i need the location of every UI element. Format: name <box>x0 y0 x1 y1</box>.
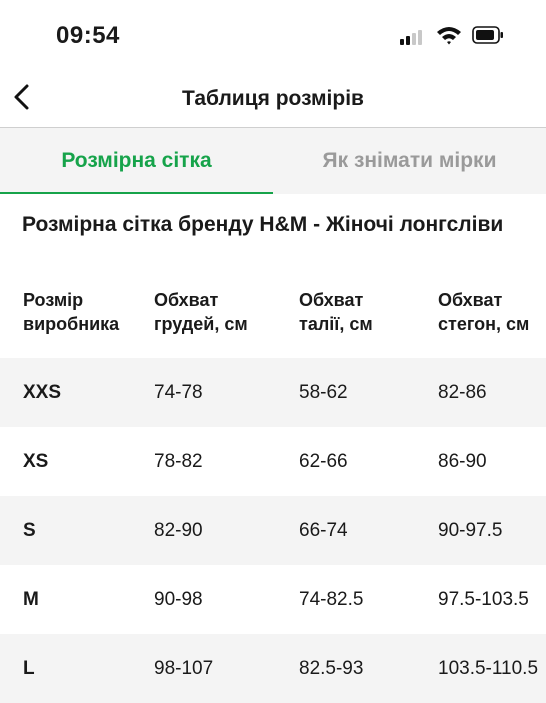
cellular-signal-icon <box>400 29 426 45</box>
chest-cell: 78-82 <box>154 450 203 472</box>
size-cell: XS <box>23 450 49 472</box>
tab-bar: Розмірна сітка Як знімати мірки <box>0 128 546 194</box>
table-row: M 90-98 74-82.5 97.5-103.5 <box>0 565 546 634</box>
size-cell: S <box>23 519 36 541</box>
hips-cell: 86-90 <box>438 450 487 472</box>
waist-cell: 66-74 <box>299 519 348 541</box>
table-row: S 82-90 66-74 90-97.5 <box>0 496 546 565</box>
chest-cell: 90-98 <box>154 588 203 610</box>
size-cell: L <box>23 657 35 679</box>
waist-cell: 58-62 <box>299 381 348 403</box>
chest-cell: 82-90 <box>154 519 203 541</box>
hips-cell: 82-86 <box>438 381 487 403</box>
status-bar: 09:54 <box>0 0 546 70</box>
table-row: XXS 74-78 58-62 82-86 <box>0 358 546 427</box>
navigation-bar: Таблиця розмірів <box>0 70 546 128</box>
table-row: L 98-107 82.5-93 103.5-110.5 <box>0 634 546 703</box>
waist-cell: 82.5-93 <box>299 657 364 679</box>
chest-cell: 98-107 <box>154 657 214 679</box>
header-manufacturer-size: Розмір виробника <box>23 290 120 334</box>
hips-cell: 97.5-103.5 <box>438 588 529 610</box>
chest-cell: 74-78 <box>154 381 203 403</box>
hips-cell: 103.5-110.5 <box>438 657 539 679</box>
waist-cell: 62-66 <box>299 450 348 472</box>
header-waist: Обхват талії, см <box>299 290 373 334</box>
size-cell: XXS <box>23 381 62 403</box>
tab-how-to-measure[interactable]: Як знімати мірки <box>273 128 546 194</box>
waist-cell: 74-82.5 <box>299 588 364 610</box>
table-header-row: Розмір виробника Обхват грудей, см Обхва… <box>0 266 546 358</box>
table-row: XS 78-82 62-66 86-90 <box>0 427 546 496</box>
header-hips: Обхват стегон, см <box>438 290 530 334</box>
page-title: Таблиця розмірів <box>182 87 364 110</box>
tab-size-chart[interactable]: Розмірна сітка <box>0 128 273 194</box>
size-cell: M <box>23 588 39 610</box>
size-table: Розмір виробника Обхват грудей, см Обхва… <box>0 266 546 703</box>
header-chest: Обхват грудей, см <box>154 290 248 334</box>
battery-icon <box>472 26 503 44</box>
section-title: Розмірна сітка бренду H&M - Жіночі лонгс… <box>22 213 504 236</box>
hips-cell: 90-97.5 <box>438 519 503 541</box>
wifi-icon <box>437 27 461 45</box>
status-time: 09:54 <box>56 22 120 49</box>
